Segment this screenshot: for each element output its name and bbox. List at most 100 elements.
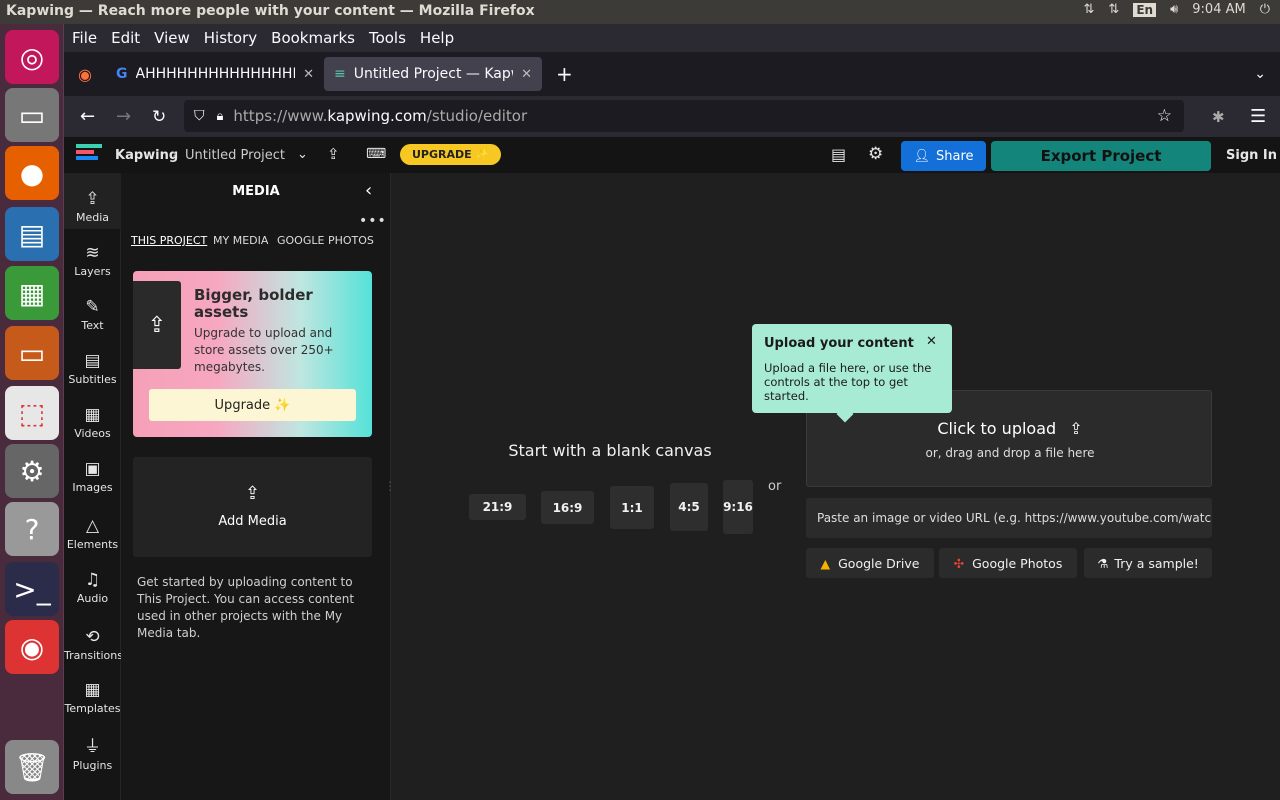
canvas-area: Start with a blank canvas 21:9 16:9 1:1 … bbox=[391, 173, 1280, 800]
rail-transitions[interactable]: ⟲ Transitions bbox=[64, 627, 123, 662]
rail-label: Audio bbox=[76, 592, 109, 605]
tab-google[interactable]: G AHHHHHHHHHHHHHHHHHH ✕ bbox=[106, 57, 324, 91]
close-tooltip-icon[interactable]: ✕ bbox=[926, 334, 937, 349]
rail-layers[interactable]: ≋ Layers bbox=[64, 243, 121, 278]
url-bar[interactable]: ⛉ 🔒︎ https://www. kapwing.com/studio/edit… bbox=[184, 100, 1184, 132]
more-options-icon[interactable]: ••• bbox=[359, 213, 387, 229]
calc-icon[interactable]: ▦ bbox=[5, 266, 59, 320]
impress-icon[interactable]: ▭ bbox=[5, 326, 59, 380]
volume-icon[interactable]: 🔊︎ bbox=[1170, 2, 1178, 17]
collapse-panel-icon[interactable]: ‹ bbox=[365, 180, 372, 201]
menu-file[interactable]: File bbox=[72, 29, 97, 47]
subtitles-icon: ▤ bbox=[84, 351, 101, 371]
promo-title: Bigger, bolder assets bbox=[194, 286, 313, 321]
ratio-4-5-button[interactable]: 4:5 bbox=[670, 483, 708, 531]
firefox-menubar: File Edit View History Bookmarks Tools H… bbox=[64, 24, 1280, 52]
forward-icon[interactable]: → bbox=[116, 106, 131, 127]
reload-icon[interactable]: ↻ bbox=[152, 107, 166, 127]
ratio-21-9-button[interactable]: 21:9 bbox=[469, 494, 526, 520]
settings-gear-icon[interactable]: ⚙ bbox=[868, 144, 883, 164]
media-url-input[interactable]: Paste an image or video URL (e.g. https:… bbox=[806, 498, 1212, 538]
rail-videos[interactable]: ▦ Videos bbox=[64, 405, 121, 440]
tab-google-photos[interactable]: GOOGLE PHOTOS bbox=[277, 234, 374, 247]
brand-name[interactable]: Kapwing bbox=[115, 148, 178, 163]
system-tray: ⇅ ⇅ En 🔊︎ 9:04 AM ⏻ bbox=[1084, 2, 1271, 17]
tab-this-project[interactable]: THIS PROJECT bbox=[131, 234, 207, 247]
menu-tools[interactable]: Tools bbox=[369, 29, 406, 47]
menu-view[interactable]: View bbox=[154, 29, 190, 47]
add-media-button[interactable]: ⇪ Add Media bbox=[133, 457, 372, 557]
bookmark-star-icon[interactable]: ☆ bbox=[1157, 106, 1172, 126]
writer-icon[interactable]: ▤ bbox=[5, 207, 59, 261]
share-button[interactable]: 👤︎ Share bbox=[901, 141, 986, 171]
back-icon[interactable]: ← bbox=[80, 106, 95, 127]
software-center-icon[interactable]: ⬚ bbox=[5, 386, 59, 440]
try-sample-button[interactable]: ⚗ Try a sample! bbox=[1084, 548, 1212, 578]
ratio-1-1-button[interactable]: 1:1 bbox=[610, 486, 654, 529]
shield-icon[interactable]: ⛉ bbox=[194, 108, 205, 124]
menu-bookmarks[interactable]: Bookmarks bbox=[271, 29, 355, 47]
rail-elements[interactable]: △ Elements bbox=[64, 516, 121, 551]
lifebuoy-icon[interactable]: ◉ bbox=[5, 620, 59, 674]
sign-in-link[interactable]: Sign In bbox=[1226, 148, 1277, 163]
comments-icon[interactable]: ▤ bbox=[831, 145, 846, 164]
share-label: Share bbox=[936, 148, 974, 164]
export-upload-icon[interactable]: ⇪ bbox=[327, 145, 340, 163]
text-icon: ✎ bbox=[85, 297, 100, 317]
transition-icon: ⟲ bbox=[85, 627, 100, 647]
close-tab-icon[interactable]: ✕ bbox=[521, 67, 532, 82]
extension-icon[interactable]: ✱ bbox=[1212, 108, 1225, 126]
menu-help[interactable]: Help bbox=[420, 29, 454, 47]
keyboard-icon[interactable]: ⌨ bbox=[366, 146, 386, 162]
lock-icon[interactable]: 🔒︎ bbox=[217, 109, 224, 124]
upgrade-button[interactable]: Upgrade ✨ bbox=[149, 389, 356, 421]
chevron-down-icon[interactable]: ⌄ bbox=[297, 147, 308, 162]
tab-title: AHHHHHHHHHHHHHHHHHH bbox=[135, 66, 296, 82]
grid-icon: ▦ bbox=[84, 680, 101, 700]
rail-templates[interactable]: ▦ Templates bbox=[64, 680, 121, 715]
menu-history[interactable]: History bbox=[204, 29, 257, 47]
clock[interactable]: 9:04 AM bbox=[1192, 2, 1245, 17]
rail-subtitles[interactable]: ▤ Subtitles bbox=[64, 351, 121, 386]
power-icon[interactable]: ⏻ bbox=[1260, 2, 1270, 17]
rail-audio[interactable]: ♫ Audio bbox=[64, 570, 121, 605]
upgrade-badge[interactable]: UPGRADE ✨ bbox=[400, 144, 502, 165]
tab-my-media[interactable]: MY MEDIA bbox=[213, 234, 268, 247]
trash-icon[interactable]: 🗑︎ bbox=[5, 740, 59, 794]
rail-text[interactable]: ✎ Text bbox=[64, 297, 121, 332]
hamburger-menu-icon[interactable]: ☰ bbox=[1250, 106, 1266, 127]
transfer-icon[interactable]: ⇅ bbox=[1084, 2, 1095, 17]
plug-icon: ⏚ bbox=[84, 737, 101, 757]
help-icon[interactable]: ? bbox=[5, 502, 59, 556]
breadcrumb-separator: › bbox=[172, 147, 178, 162]
rail-media[interactable]: ⇪ Media bbox=[64, 173, 121, 229]
rail-images[interactable]: ▣ Images bbox=[64, 459, 121, 494]
export-project-button[interactable]: Export Project bbox=[991, 141, 1211, 171]
list-tabs-icon[interactable]: ⌄ bbox=[1254, 66, 1266, 82]
tab-kapwing[interactable]: ≡ Untitled Project — Kapwing ✕ bbox=[324, 57, 542, 91]
google-photos-button[interactable]: ✣ Google Photos bbox=[939, 548, 1077, 578]
rail-label: Transitions bbox=[64, 649, 123, 662]
layers-icon: ≋ bbox=[85, 243, 100, 263]
settings-icon[interactable]: ⚙ bbox=[5, 444, 59, 498]
google-photos-icon: ✣ bbox=[953, 555, 965, 571]
close-tab-icon[interactable]: ✕ bbox=[303, 67, 314, 82]
firefox-view-icon[interactable]: ◉ bbox=[64, 65, 106, 84]
ratio-9-16-button[interactable]: 9:16 bbox=[723, 480, 753, 534]
terminal-icon[interactable]: >_ bbox=[5, 562, 59, 616]
file-manager-icon[interactable]: ▭ bbox=[5, 88, 59, 142]
kapwing-logo-icon[interactable] bbox=[76, 144, 104, 166]
keyboard-layout[interactable]: En bbox=[1133, 2, 1157, 17]
new-tab-icon[interactable]: + bbox=[556, 62, 573, 86]
rail-label: Templates bbox=[64, 702, 121, 715]
network-icon[interactable]: ⇅ bbox=[1108, 2, 1119, 17]
firefox-icon[interactable]: ● bbox=[5, 146, 59, 200]
google-drive-button[interactable]: ▲ Google Drive bbox=[806, 548, 934, 578]
rail-label: Images bbox=[72, 481, 113, 494]
ubuntu-logo-icon[interactable]: ◎ bbox=[5, 30, 59, 84]
navigation-toolbar: ← → ↻ ⛉ 🔒︎ https://www. kapwing.com/studi… bbox=[64, 96, 1280, 137]
project-name[interactable]: Untitled Project bbox=[185, 148, 285, 163]
rail-plugins[interactable]: ⏚ Plugins bbox=[64, 737, 121, 772]
menu-edit[interactable]: Edit bbox=[111, 29, 140, 47]
ratio-16-9-button[interactable]: 16:9 bbox=[541, 491, 594, 524]
